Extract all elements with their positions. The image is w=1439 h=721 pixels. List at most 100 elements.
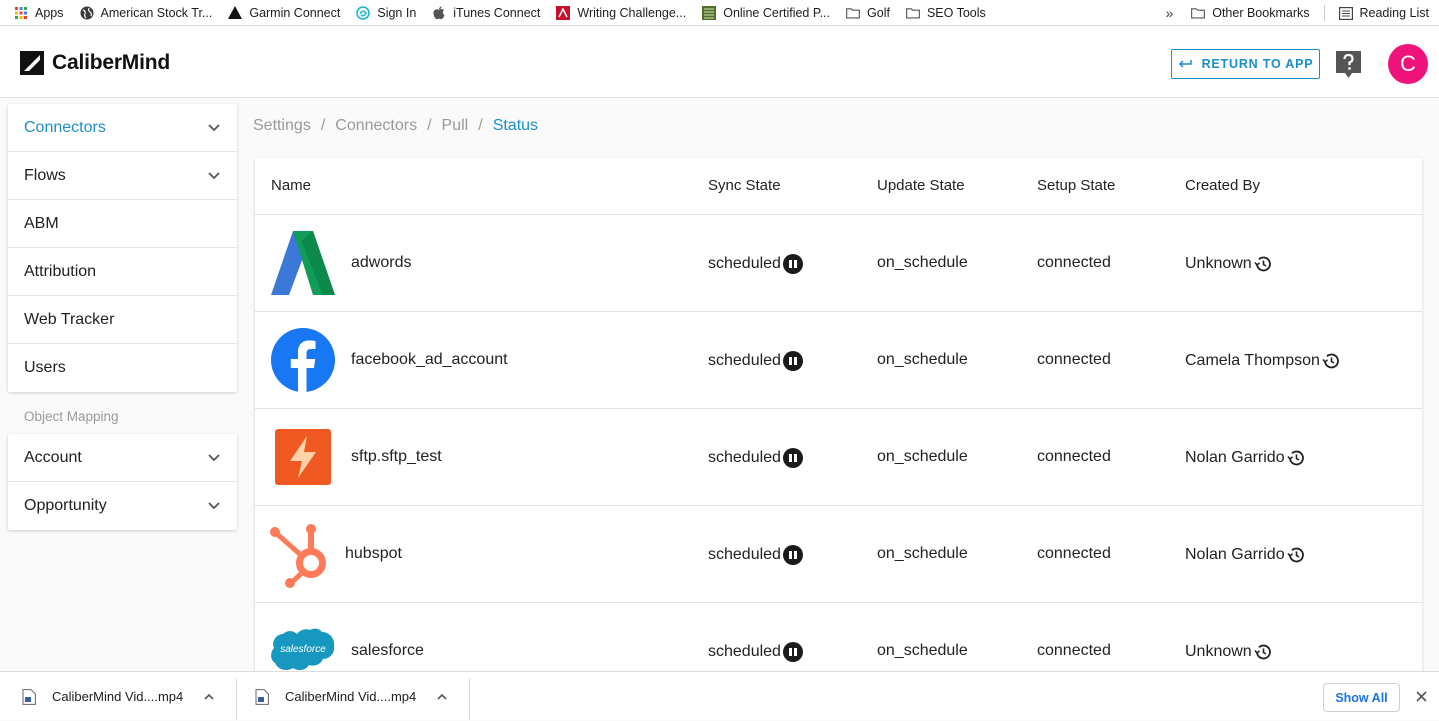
connector-name: adwords	[351, 254, 411, 272]
breadcrumb-separator: /	[321, 117, 325, 135]
table-row[interactable]: hubspot scheduled on_schedule connected …	[255, 506, 1422, 603]
pause-icon[interactable]	[783, 254, 803, 274]
sidebar-item-label: Users	[24, 359, 66, 377]
facebook-icon	[271, 328, 335, 392]
created-by-value: Unknown	[1185, 643, 1252, 661]
avatar[interactable]: C	[1388, 44, 1428, 84]
reading-list-icon	[1339, 6, 1353, 20]
bookmark-apps[interactable]: Apps	[0, 0, 72, 26]
sidebar-item-web-tracker[interactable]: Web Tracker	[8, 296, 237, 344]
breadcrumb: Settings / Connectors / Pull / Status	[253, 117, 538, 135]
salesforce-logo-text: salesforce	[280, 644, 326, 655]
breadcrumb-current: Status	[493, 117, 538, 135]
bookmark-garmin[interactable]: Garmin Connect	[220, 0, 348, 26]
breadcrumb-separator: /	[427, 117, 431, 135]
bookmark-golf[interactable]: Golf	[838, 0, 898, 26]
created-by-value: Camela Thompson	[1185, 352, 1320, 370]
bookmark-online-certified[interactable]: Online Certified P...	[694, 0, 838, 26]
created-by-cell: Nolan Garrido	[1185, 545, 1306, 565]
adwords-icon	[271, 231, 335, 295]
table-row[interactable]: salesforce salesforce scheduled on_sched…	[255, 603, 1422, 678]
download-item[interactable]: CaliberMind Vid....mp4	[22, 672, 215, 721]
sidebar-item-opportunity[interactable]: Opportunity	[8, 482, 237, 530]
download-filename: CaliberMind Vid....mp4	[52, 689, 183, 704]
pause-icon[interactable]	[783, 448, 803, 468]
other-bookmarks[interactable]: Other Bookmarks	[1183, 0, 1317, 26]
chevron-down-icon	[207, 169, 221, 183]
bookmark-label: American Stock Tr...	[101, 6, 213, 20]
sidebar-item-connectors[interactable]: Connectors	[8, 104, 237, 152]
created-by-cell: Unknown	[1185, 642, 1273, 662]
video-file-icon	[255, 689, 269, 705]
brand-logo[interactable]: CaliberMind	[20, 51, 170, 75]
breadcrumb-item-pull[interactable]: Pull	[442, 117, 469, 135]
sync-state-value: scheduled	[708, 643, 781, 661]
folder-icon	[1191, 6, 1205, 20]
help-icon[interactable]	[1336, 51, 1361, 79]
chevron-up-icon[interactable]	[203, 691, 215, 703]
download-item[interactable]: CaliberMind Vid....mp4	[255, 672, 448, 721]
bookmark-seo-tools[interactable]: SEO Tools	[898, 0, 994, 26]
sidebar-item-attribution[interactable]: Attribution	[8, 248, 237, 296]
history-icon[interactable]	[1253, 254, 1273, 274]
breadcrumb-item-settings[interactable]: Settings	[253, 117, 311, 135]
hubspot-icon	[269, 522, 331, 586]
sync-state-value: scheduled	[708, 449, 781, 467]
history-icon[interactable]	[1253, 642, 1273, 662]
globe-icon	[80, 6, 94, 20]
bookmark-label: iTunes Connect	[453, 6, 540, 20]
history-icon[interactable]	[1321, 351, 1341, 371]
bookmarks-overflow-icon[interactable]: »	[1155, 5, 1183, 21]
bookmark-label: Golf	[867, 6, 890, 20]
sync-state-value: scheduled	[708, 352, 781, 370]
chevron-down-icon	[207, 499, 221, 513]
created-by-value: Unknown	[1185, 255, 1252, 273]
breadcrumb-item-connectors[interactable]: Connectors	[335, 117, 417, 135]
history-icon[interactable]	[1286, 545, 1306, 565]
sync-state-cell: scheduled	[708, 448, 803, 468]
sync-state-cell: scheduled	[708, 351, 803, 371]
table-row[interactable]: sftp.sftp_test scheduled on_schedule con…	[255, 409, 1422, 506]
sidebar-item-label: Web Tracker	[24, 311, 114, 329]
divider	[236, 678, 237, 720]
connectors-status-table: Name Sync State Update State Setup State…	[255, 158, 1422, 678]
table-row[interactable]: facebook_ad_account scheduled on_schedul…	[255, 312, 1422, 409]
column-header-name[interactable]: Name	[271, 177, 311, 194]
bookmark-american-stock[interactable]: American Stock Tr...	[72, 0, 221, 26]
column-header-sync-state[interactable]: Sync State	[708, 177, 781, 194]
apple-icon	[432, 6, 446, 20]
pause-icon[interactable]	[783, 642, 803, 662]
sidebar-item-abm[interactable]: ABM	[8, 200, 237, 248]
bookmark-sign-in[interactable]: Sign In	[348, 0, 424, 26]
reading-list[interactable]: Reading List	[1331, 0, 1439, 26]
created-by-value: Nolan Garrido	[1185, 546, 1285, 564]
pause-icon[interactable]	[783, 545, 803, 565]
show-all-button[interactable]: Show All	[1323, 683, 1400, 712]
history-icon[interactable]	[1286, 448, 1306, 468]
salesforce-icon: salesforce	[271, 627, 335, 675]
sidebar-item-account[interactable]: Account	[8, 434, 237, 482]
bookmark-itunes-connect[interactable]: iTunes Connect	[424, 0, 548, 26]
bookmarks-bar: Apps American Stock Tr... Garmin Connect…	[0, 0, 1439, 26]
column-header-created-by[interactable]: Created By	[1185, 177, 1260, 194]
table-row[interactable]: adwords scheduled on_schedule connected …	[255, 215, 1422, 312]
return-to-app-button[interactable]: RETURN TO APP	[1171, 49, 1320, 79]
sidebar-item-label: Opportunity	[24, 497, 107, 515]
divider	[469, 678, 470, 720]
sync-state-cell: scheduled	[708, 254, 803, 274]
column-header-update-state[interactable]: Update State	[877, 177, 965, 194]
video-file-icon	[22, 689, 36, 705]
pause-icon[interactable]	[783, 351, 803, 371]
downloads-bar: CaliberMind Vid....mp4 CaliberMind Vid..…	[0, 671, 1439, 720]
column-header-setup-state[interactable]: Setup State	[1037, 177, 1115, 194]
bookmark-writing-challenge[interactable]: Writing Challenge...	[548, 0, 694, 26]
close-icon[interactable]	[1414, 689, 1429, 704]
sidebar-item-flows[interactable]: Flows	[8, 152, 237, 200]
chevron-up-icon[interactable]	[436, 691, 448, 703]
apps-grid-icon	[14, 6, 28, 20]
app-header: CaliberMind RETURN TO APP C	[0, 26, 1439, 98]
sidebar-item-users[interactable]: Users	[8, 344, 237, 392]
sftp-bolt-icon	[271, 425, 335, 489]
sidebar-item-label: Attribution	[24, 263, 96, 281]
update-state-value: on_schedule	[877, 351, 968, 369]
